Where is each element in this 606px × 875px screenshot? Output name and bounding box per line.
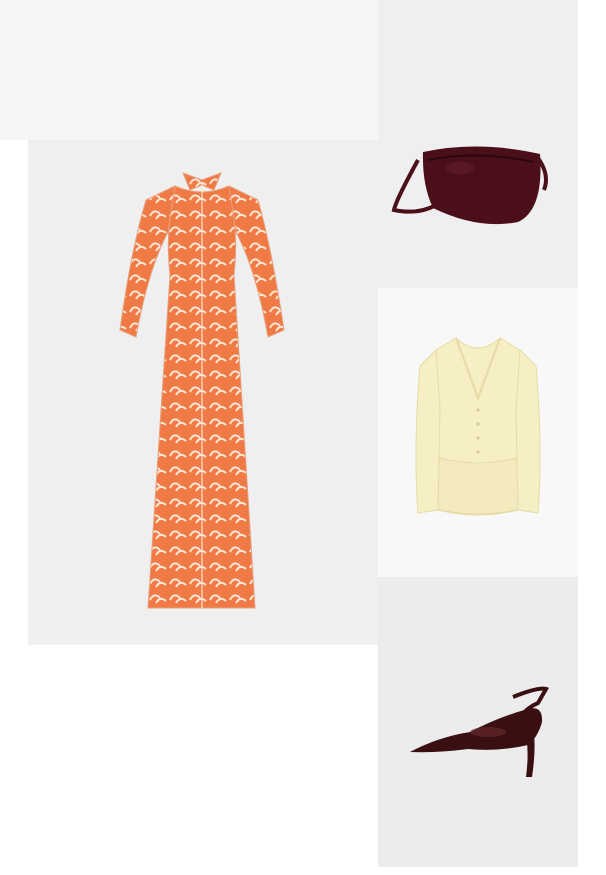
dress-product-card[interactable] xyxy=(28,140,378,645)
shoes-image xyxy=(410,686,550,777)
cardigan-product-card[interactable] xyxy=(378,288,578,577)
cardigan-image xyxy=(415,337,541,516)
dress-image xyxy=(119,172,285,609)
shoes-product-card[interactable] xyxy=(378,577,578,867)
top-background xyxy=(0,0,378,140)
bag-image xyxy=(391,146,548,225)
bag-product-card[interactable] xyxy=(378,0,578,288)
